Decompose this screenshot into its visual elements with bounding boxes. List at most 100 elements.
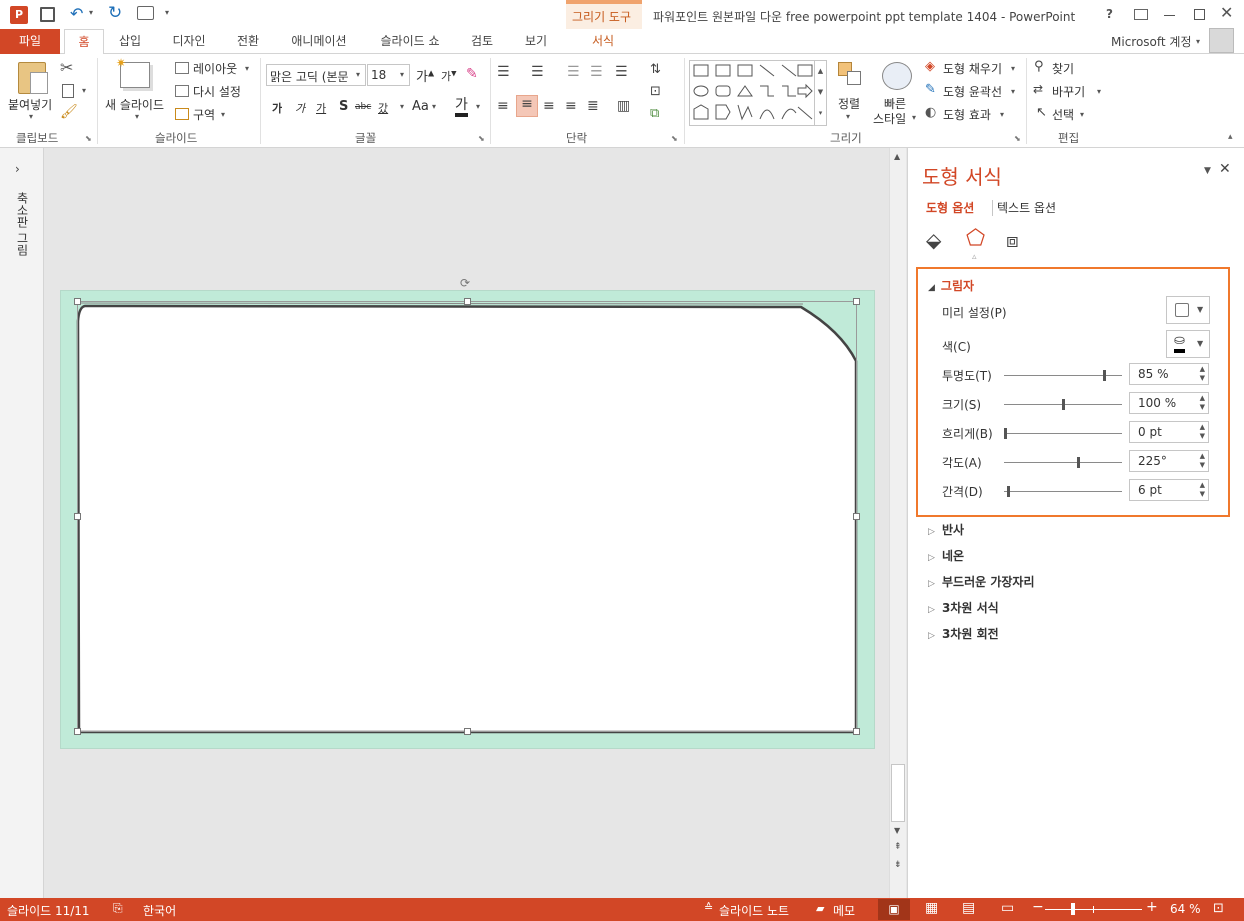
font-size-select[interactable]: 18 ▾ <box>367 64 410 86</box>
color-dropdown[interactable]: ⛀ ▼ <box>1166 330 1210 358</box>
spin-up-icon[interactable]: ▲ <box>1200 452 1205 460</box>
comments-button[interactable]: 메모 <box>833 902 855 919</box>
start-slideshow-icon[interactable] <box>137 6 154 20</box>
select-cursor-icon[interactable]: ↖ <box>1036 105 1047 120</box>
reading-view-icon[interactable]: ▤ <box>962 900 975 916</box>
resize-handle[interactable] <box>74 728 81 735</box>
section-header[interactable]: ▷ 반사 <box>928 521 964 538</box>
paste-button[interactable]: 붙여넣기 <box>8 96 52 113</box>
effects-pentagon-icon[interactable]: ⬠ <box>966 226 985 251</box>
blur-slider[interactable] <box>1004 428 1122 439</box>
transparency-slider[interactable] <box>1004 370 1122 381</box>
blur-input[interactable]: 0 pt ▲ ▼ <box>1129 421 1209 443</box>
resize-handle[interactable] <box>464 728 471 735</box>
distance-slider-thumb[interactable] <box>1007 486 1010 497</box>
resize-handle[interactable] <box>464 298 471 305</box>
distance-input[interactable]: 6 pt ▲ ▼ <box>1129 479 1209 501</box>
layout-button[interactable]: 레이아웃 <box>193 60 237 77</box>
scroll-down-icon[interactable]: ▼ <box>894 826 900 835</box>
undo-dropdown-icon[interactable]: ▾ <box>89 8 93 17</box>
clipboard-launcher-icon[interactable]: ⬊ <box>85 134 92 143</box>
close-icon[interactable]: ✕ <box>1219 161 1231 177</box>
spin-down-icon[interactable]: ▼ <box>1200 490 1205 498</box>
size-slider-thumb[interactable] <box>1062 399 1065 410</box>
tab-home[interactable]: 홈 <box>64 29 104 55</box>
angle-input[interactable]: 225° ▲ ▼ <box>1129 450 1209 472</box>
justify-icon[interactable]: ≡ <box>565 98 577 114</box>
slide-canvas[interactable]: ⟳ <box>60 276 875 749</box>
section-header[interactable]: ▷ 부드러운 가장자리 <box>928 573 1035 590</box>
character-spacing-icon[interactable]: 갔 <box>378 100 388 116</box>
spin-up-icon[interactable]: ▲ <box>1200 423 1205 431</box>
new-slide-dropdown-icon[interactable]: ▾ <box>135 112 139 121</box>
zoom-in-icon[interactable]: + <box>1146 899 1158 915</box>
tab-slideshow[interactable]: 슬라이드 쇼 <box>370 29 450 54</box>
angle-slider[interactable] <box>1004 457 1122 468</box>
collapse-ribbon-icon[interactable]: ▴ <box>1228 132 1233 142</box>
replace-dropdown-icon[interactable]: ▾ <box>1097 87 1101 96</box>
blur-slider-thumb[interactable] <box>1004 428 1007 439</box>
shape-outline-button[interactable]: 도형 윤곽선 <box>943 83 1002 100</box>
gallery-scroll[interactable]: ▲ ▼ ▾ <box>814 61 826 125</box>
effects-dropdown-icon[interactable]: ▾ <box>1000 110 1004 119</box>
account-name[interactable]: Microsoft 계정 <box>1111 33 1192 50</box>
line-spacing-icon[interactable]: ☰ <box>615 64 628 80</box>
zoom-out-icon[interactable]: − <box>1032 899 1044 915</box>
shape-fill-icon[interactable]: ◈ <box>925 59 935 74</box>
spin-down-icon[interactable]: ▼ <box>1200 461 1205 469</box>
fit-to-window-icon[interactable]: ⊡ <box>1213 901 1224 916</box>
font-name-select[interactable]: 맑은 고딕 (본문 ▾ <box>266 64 366 86</box>
change-case-icon[interactable]: Aa <box>412 99 429 114</box>
format-painter-icon[interactable]: 🖌 <box>60 104 78 120</box>
arrange-dropdown-icon[interactable]: ▾ <box>846 112 850 121</box>
tab-insert[interactable]: 삽입 <box>110 29 150 54</box>
previous-slide-icon[interactable]: ⇞ <box>894 842 902 852</box>
resize-handle[interactable] <box>74 513 81 520</box>
quick-styles-icon[interactable] <box>882 62 912 90</box>
shapes-gallery[interactable]: ▲ ▼ ▾ <box>689 60 827 126</box>
customize-qat-icon[interactable]: ▾ <box>165 8 169 17</box>
case-dropdown-icon[interactable]: ▾ <box>432 102 436 111</box>
font-launcher-icon[interactable]: ⬊ <box>478 134 485 143</box>
find-icon[interactable]: ⚲ <box>1034 59 1044 74</box>
cut-icon[interactable]: ✂ <box>60 58 73 77</box>
fill-dropdown-icon[interactable]: ▾ <box>1011 64 1015 73</box>
account-dropdown-icon[interactable]: ▾ <box>1196 37 1200 46</box>
vertical-scrollbar[interactable]: ▲ ▼ ⇞ ⇟ <box>889 148 906 898</box>
shape-fill-button[interactable]: 도형 채우기 <box>943 60 1002 77</box>
tab-text-options[interactable]: 텍스트 옵션 <box>997 199 1056 216</box>
resize-handle[interactable] <box>74 298 81 305</box>
notes-button[interactable]: 슬라이드 노트 <box>719 902 789 919</box>
numbering-icon[interactable]: ☰ <box>531 64 544 80</box>
paste-dropdown-icon[interactable]: ▾ <box>29 112 33 121</box>
align-text-icon[interactable]: ⊡ <box>650 84 661 99</box>
resize-handle[interactable] <box>853 298 860 305</box>
resize-handle[interactable] <box>853 513 860 520</box>
underline-icon[interactable]: 가 <box>316 100 326 116</box>
tab-design[interactable]: 디자인 <box>163 29 215 54</box>
pane-options-dropdown-icon[interactable]: ▼ <box>1204 166 1211 176</box>
copy-dropdown-icon[interactable]: ▾ <box>82 86 86 95</box>
layout-icon[interactable] <box>175 62 189 74</box>
tab-transitions[interactable]: 전환 <box>228 29 268 54</box>
paragraph-launcher-icon[interactable]: ⬊ <box>671 134 678 143</box>
slide-sorter-icon[interactable]: ▦ <box>925 900 938 916</box>
close-icon[interactable]: ✕ <box>1220 3 1233 22</box>
align-right-icon[interactable]: ≡ <box>543 98 555 114</box>
section-icon[interactable] <box>175 108 189 120</box>
transparency-input[interactable]: 85 % ▲ ▼ <box>1129 363 1209 385</box>
slide-counter[interactable]: 슬라이드 11/11 <box>7 902 90 919</box>
font-color-icon[interactable]: 가 <box>455 97 468 117</box>
clear-formatting-icon[interactable]: ✎ <box>466 66 478 82</box>
maximize-icon[interactable] <box>1194 9 1205 20</box>
undo-icon[interactable]: ↶ <box>70 4 83 23</box>
save-icon[interactable] <box>40 7 55 22</box>
notes-icon[interactable]: ≙ <box>704 901 713 914</box>
angle-slider-thumb[interactable] <box>1077 457 1080 468</box>
spin-down-icon[interactable]: ▼ <box>1200 374 1205 382</box>
rotate-handle-icon[interactable]: ⟳ <box>460 276 470 290</box>
section-header[interactable]: ▷ 3차원 회전 <box>928 625 999 642</box>
resize-handle[interactable] <box>853 728 860 735</box>
find-button[interactable]: 찾기 <box>1052 60 1074 77</box>
spin-up-icon[interactable]: ▲ <box>1200 481 1205 489</box>
